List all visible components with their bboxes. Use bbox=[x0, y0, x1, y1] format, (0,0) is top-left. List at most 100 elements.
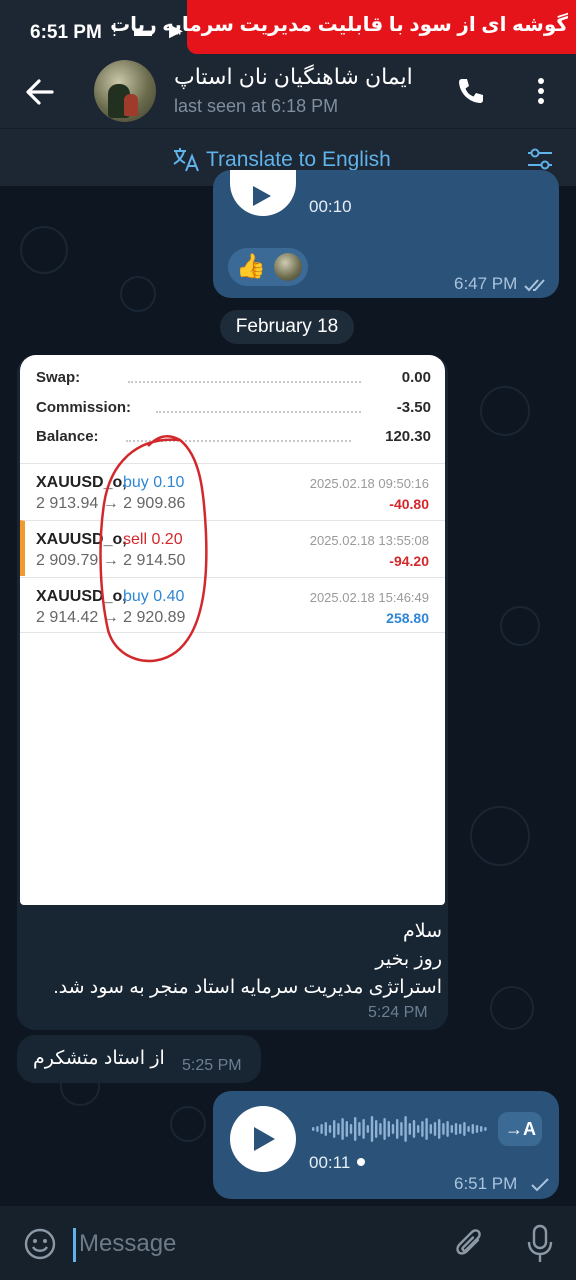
waveform-bar bbox=[475, 1125, 479, 1133]
message-time: 5:25 PM bbox=[182, 1057, 242, 1074]
trade-row: XAUUSD_o, buy 0.10 2 913.94 → 2 909.86 2… bbox=[20, 463, 445, 519]
waveform-bar bbox=[467, 1126, 470, 1132]
date-separator: February 18 bbox=[220, 310, 354, 344]
waveform-bar bbox=[438, 1119, 441, 1139]
wallpaper-doodle bbox=[120, 276, 156, 312]
waveform-bar bbox=[345, 1121, 348, 1137]
emoji-icon[interactable] bbox=[24, 1228, 56, 1260]
waveform-bar bbox=[480, 1126, 483, 1132]
transcribe-button[interactable]: →A bbox=[498, 1112, 542, 1146]
summary-row: Commission: -3.50 bbox=[36, 399, 431, 423]
waveform-bar bbox=[324, 1122, 327, 1136]
waveform-bar bbox=[454, 1123, 458, 1135]
message-composer bbox=[0, 1206, 576, 1280]
waveform-bar bbox=[471, 1124, 474, 1134]
trade-row-selected: XAUUSD_o, sell 0.20 2 909.79 → 2 914.50 … bbox=[20, 520, 445, 576]
message-input[interactable] bbox=[79, 1226, 439, 1262]
waveform-bar bbox=[391, 1124, 395, 1134]
dotted-leader bbox=[128, 381, 361, 383]
waveform-bar bbox=[412, 1120, 416, 1138]
last-seen-status: last seen at 6:18 PM bbox=[174, 96, 339, 116]
waveform-bar bbox=[341, 1118, 344, 1140]
waveform-bar bbox=[358, 1122, 361, 1136]
message-text: سلام روز بخیر استراتژی مدیریت سرمایه است… bbox=[30, 918, 442, 1002]
check-icon bbox=[531, 1178, 549, 1192]
waveform-bar bbox=[400, 1122, 403, 1136]
summary-row: Swap: 0.00 bbox=[36, 369, 431, 393]
waveform-bar bbox=[316, 1126, 319, 1132]
waveform-bar bbox=[396, 1119, 399, 1139]
wallpaper-doodle bbox=[480, 386, 530, 436]
wallpaper-doodle bbox=[470, 806, 530, 866]
more-vertical-icon[interactable] bbox=[530, 76, 552, 106]
avatar[interactable] bbox=[94, 60, 156, 122]
message-time: 6:51 PM bbox=[454, 1174, 518, 1193]
double-check-icon bbox=[524, 279, 545, 292]
red-circle-annotation bbox=[99, 435, 208, 663]
back-arrow-icon[interactable] bbox=[24, 74, 56, 110]
waveform-bar bbox=[312, 1127, 315, 1131]
waveform-bar bbox=[450, 1125, 453, 1133]
message-line: سلام bbox=[402, 921, 442, 942]
open-price: 2 909.79 bbox=[36, 552, 99, 569]
waveform-bar bbox=[459, 1124, 462, 1134]
waveform-bar bbox=[446, 1121, 449, 1137]
play-icon bbox=[253, 186, 271, 206]
wallpaper-doodle bbox=[170, 1106, 206, 1142]
waveform-bar bbox=[408, 1123, 411, 1135]
trade-profit: 258.80 bbox=[386, 610, 429, 626]
trade-date: 2025.02.18 15:46:49 bbox=[309, 590, 429, 605]
trade-screenshot-image[interactable]: Swap: 0.00 Commission: -3.50 Balance: 12… bbox=[20, 355, 445, 905]
summary-label: Swap: bbox=[36, 369, 81, 386]
dotted-leader bbox=[156, 411, 361, 413]
translate-icon bbox=[173, 148, 199, 172]
waveform-bar bbox=[328, 1125, 332, 1133]
chat-header: ایمان شاهنگیان نان استاپ last seen at 6:… bbox=[0, 56, 576, 128]
reaction-avatar bbox=[274, 253, 302, 281]
message-text: از استاد متشکرم bbox=[33, 1048, 165, 1069]
waveform-bar bbox=[484, 1127, 487, 1131]
waveform-bar bbox=[337, 1123, 340, 1135]
waveform-bar bbox=[362, 1119, 365, 1139]
waveform-bar bbox=[383, 1118, 386, 1140]
waveform-bar bbox=[375, 1120, 378, 1138]
unplayed-dot bbox=[357, 1158, 365, 1166]
reactions[interactable]: 👍 bbox=[228, 248, 308, 286]
open-price: 2 914.42 bbox=[36, 609, 99, 626]
chat-title[interactable]: ایمان شاهنگیان نان استاپ bbox=[174, 64, 434, 90]
waveform-bar bbox=[333, 1120, 336, 1138]
waveform-bar bbox=[366, 1125, 369, 1133]
message-line: روز بخیر bbox=[375, 949, 442, 970]
open-price: 2 913.94 bbox=[36, 495, 99, 512]
transcribe-label: →A bbox=[505, 1119, 536, 1139]
summary-label: Balance: bbox=[36, 428, 99, 445]
message-time: 5:24 PM bbox=[368, 1004, 428, 1021]
thumbs-up-icon: 👍 bbox=[236, 253, 266, 280]
paperclip-icon[interactable] bbox=[454, 1226, 486, 1262]
waveform-bar bbox=[442, 1123, 445, 1135]
waveform-bar bbox=[425, 1118, 428, 1140]
waveform-bar bbox=[320, 1124, 323, 1134]
text-caret bbox=[73, 1228, 76, 1262]
play-icon bbox=[254, 1127, 275, 1151]
trade-profit: -40.80 bbox=[389, 496, 429, 512]
waveform-bar bbox=[429, 1124, 432, 1134]
microphone-icon[interactable] bbox=[526, 1224, 554, 1264]
wallpaper-doodle bbox=[490, 986, 534, 1030]
trade-row: XAUUSD_o, buy 0.40 2 914.42 → 2 920.89 2… bbox=[20, 577, 445, 633]
sliders-icon[interactable] bbox=[526, 145, 554, 173]
summary-value: -3.50 bbox=[396, 399, 431, 416]
avatar-figure bbox=[124, 94, 138, 116]
summary-value: 120.30 bbox=[385, 428, 431, 445]
trade-date: 2025.02.18 09:50:16 bbox=[309, 476, 429, 491]
wallpaper-doodle bbox=[20, 226, 68, 274]
translate-button[interactable]: Translate to English bbox=[206, 148, 391, 172]
waveform-bar bbox=[370, 1116, 374, 1142]
waveform-bar bbox=[354, 1117, 357, 1141]
phone-icon[interactable] bbox=[456, 76, 486, 106]
summary-value: 0.00 bbox=[401, 369, 431, 386]
waveform-bar bbox=[379, 1123, 382, 1135]
banner-text: گوشه ای از سود با قابلیت مدیریت سرمایه ر… bbox=[110, 14, 568, 36]
trade-profit: -94.20 bbox=[389, 553, 429, 569]
waveform-seekbar[interactable] bbox=[312, 1114, 492, 1144]
